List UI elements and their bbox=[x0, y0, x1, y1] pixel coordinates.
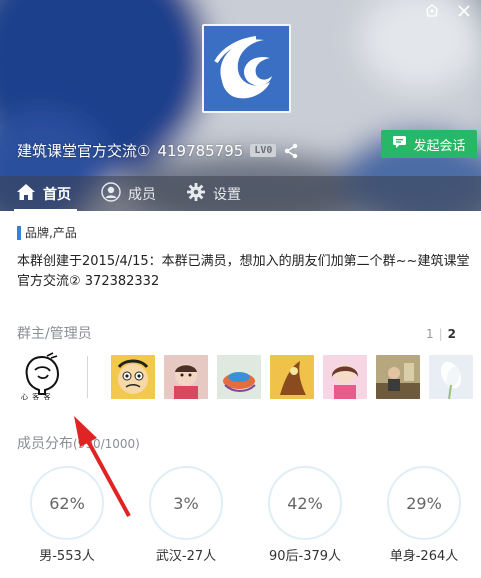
group-name: 建筑课堂官方交流① bbox=[17, 142, 151, 160]
admin-avatar[interactable] bbox=[429, 355, 473, 399]
tab-bar: 首页 成员 设置 bbox=[0, 176, 481, 211]
tab-members-label: 成员 bbox=[128, 186, 156, 203]
tab-settings-label: 设置 bbox=[213, 186, 241, 203]
chat-bubble-icon bbox=[392, 135, 407, 153]
close-icon[interactable] bbox=[455, 2, 473, 20]
category-marker bbox=[17, 225, 21, 240]
group-intro: 本群创建于2015/4/15：本群已满员，想加入的朋友们加第二个群~~建筑课堂官… bbox=[17, 254, 470, 289]
admin-divider bbox=[87, 356, 88, 398]
start-chat-button[interactable]: 发起会话 bbox=[381, 130, 477, 158]
group-title-row: 建筑课堂官方交流① 419785795 LV0 bbox=[17, 140, 299, 161]
tab-home-label: 首页 bbox=[43, 186, 71, 203]
group-logo bbox=[202, 24, 291, 113]
window-controls bbox=[423, 2, 473, 20]
share-icon[interactable] bbox=[283, 143, 299, 159]
admin-avatar[interactable] bbox=[270, 355, 314, 399]
pager-divider: | bbox=[438, 327, 443, 341]
distribution-section-title: 成员分布(990/1000) bbox=[17, 433, 140, 453]
admin-avatar[interactable] bbox=[217, 355, 261, 399]
admin-avatar[interactable] bbox=[323, 355, 367, 399]
start-chat-label: 发起会话 bbox=[413, 138, 466, 154]
owner-avatar-caption: 心 客 客 bbox=[21, 393, 52, 401]
stat-label-age: 90后-379人 bbox=[268, 549, 342, 564]
owner-avatar[interactable]: 心 客 客 bbox=[17, 352, 67, 402]
stat-label-gender: 男-553人 bbox=[39, 549, 95, 564]
tab-settings[interactable]: 设置 bbox=[170, 176, 255, 211]
admin-avatar[interactable] bbox=[376, 355, 420, 399]
group-header: 建筑课堂官方交流① 419785795 LV0 发起会话 首页 成员 设置 bbox=[0, 0, 481, 211]
admin-pager: 1 | 2 bbox=[423, 327, 459, 341]
member-icon bbox=[101, 181, 121, 206]
admin-avatar[interactable] bbox=[164, 355, 208, 399]
stat-label-relationship: 单身-264人 bbox=[389, 549, 459, 564]
skin-icon[interactable] bbox=[423, 2, 441, 20]
group-id: 419785795 bbox=[157, 141, 244, 160]
tab-members[interactable]: 成员 bbox=[85, 176, 170, 211]
gear-icon bbox=[186, 182, 206, 206]
stat-circle-relationship: 29% bbox=[387, 466, 461, 540]
category-tag: 品牌,产品 bbox=[17, 224, 77, 241]
pager-page-1[interactable]: 1 bbox=[423, 327, 437, 341]
home-icon bbox=[16, 183, 36, 205]
stat-circle-city: 3% bbox=[149, 466, 223, 540]
category-label: 品牌,产品 bbox=[25, 226, 77, 240]
level-badge: LV0 bbox=[250, 144, 277, 157]
stat-label-city: 武汉-27人 bbox=[155, 549, 217, 564]
pager-page-2[interactable]: 2 bbox=[445, 327, 459, 341]
tab-home[interactable]: 首页 bbox=[0, 176, 85, 211]
distribution-count: (990/1000) bbox=[73, 437, 140, 451]
stat-circle-gender: 62% bbox=[30, 466, 104, 540]
admins-section-title: 群主/管理员 bbox=[17, 326, 92, 342]
stat-circle-age: 42% bbox=[268, 466, 342, 540]
admin-avatar[interactable] bbox=[111, 355, 155, 399]
distribution-title: 成员分布 bbox=[17, 436, 73, 452]
